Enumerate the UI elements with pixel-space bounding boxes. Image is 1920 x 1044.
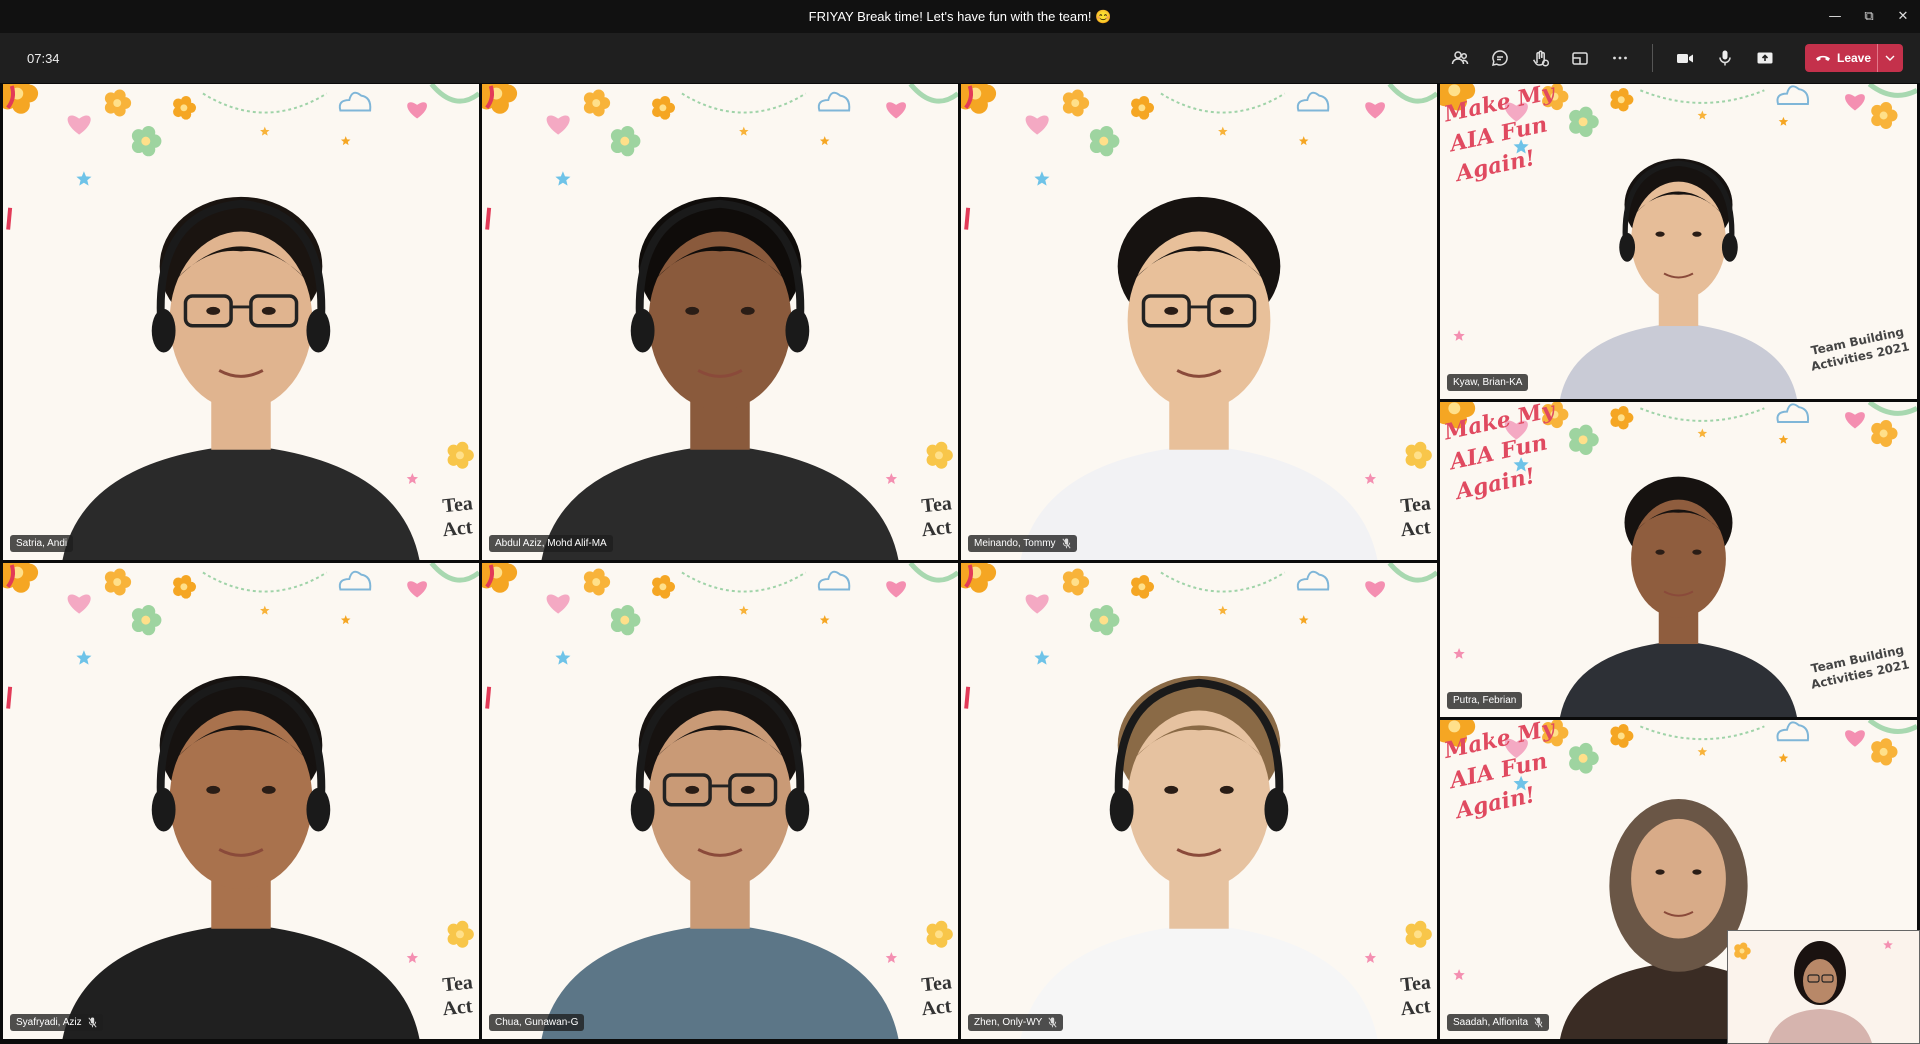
participant-name-tag: Saadah, Alfionita <box>1447 1014 1550 1031</box>
participant-video <box>541 196 899 560</box>
participant-video <box>1559 476 1798 717</box>
camera-icon[interactable] <box>1665 38 1705 78</box>
participant-video <box>1020 196 1378 560</box>
leave-button[interactable]: Leave <box>1805 44 1903 72</box>
participant-name: Meinando, Tommy <box>974 538 1056 549</box>
participant-figure <box>541 196 899 560</box>
participant-name: Chua, Gunawan-G <box>495 1017 579 1028</box>
participant-video <box>541 675 899 1039</box>
participant-name: Syafryadi, Aziz <box>16 1017 82 1028</box>
mic-muted-icon <box>88 1017 97 1028</box>
participant-name-tag: Syafryadi, Aziz <box>10 1014 103 1031</box>
leave-label: Leave <box>1837 51 1872 65</box>
participant-figure <box>1559 476 1798 717</box>
participant-name: Abdul Aziz, Mohd Alif-MA <box>495 538 607 549</box>
participant-name: Kyaw, Brian-KA <box>1453 377 1523 388</box>
participant-video <box>1559 158 1798 399</box>
more-icon[interactable] <box>1600 38 1640 78</box>
participant-name-tag: Satria, Andi <box>10 535 74 552</box>
participant-figure <box>541 675 899 1039</box>
rooms-icon[interactable] <box>1560 38 1600 78</box>
participant-name-tag: Meinando, Tommy <box>968 535 1077 552</box>
video-tile[interactable]: Tea Act Zhen, Only-WY <box>961 563 1437 1039</box>
meeting-timer: 07:34 <box>27 50 60 66</box>
hang-up-icon <box>1816 55 1830 61</box>
video-tile[interactable]: Tea Act Abdul Aziz, Mohd Alif-MA <box>482 84 958 560</box>
chat-icon[interactable] <box>1480 38 1520 78</box>
window-titlebar: FRIYAY Break time! Let's have fun with t… <box>0 0 1920 33</box>
self-figure <box>1728 931 1919 1043</box>
participant-name: Saadah, Alfionita <box>1453 1017 1529 1028</box>
reactions-icon[interactable] <box>1520 38 1560 78</box>
people-icon[interactable] <box>1440 38 1480 78</box>
mic-muted-icon <box>1534 1017 1543 1028</box>
video-tile[interactable]: Tea Act Chua, Gunawan-G <box>482 563 958 1039</box>
participant-video <box>1020 675 1378 1039</box>
restore-icon[interactable]: ⧉ <box>1852 0 1886 33</box>
share-icon[interactable] <box>1745 38 1785 78</box>
close-icon[interactable]: ✕ <box>1886 0 1920 33</box>
participant-name-tag: Zhen, Only-WY <box>968 1014 1064 1031</box>
video-tile[interactable]: Make MyAIA FunAgain!Team BuildingActivit… <box>1440 84 1917 399</box>
participant-name: Satria, Andi <box>16 538 68 549</box>
toolbar-divider <box>1652 44 1653 72</box>
participant-name-tag: Chua, Gunawan-G <box>489 1014 585 1031</box>
participant-name-tag: Kyaw, Brian-KA <box>1447 374 1529 391</box>
video-gallery: Tea Act Satria, Andi Tea Act Abdul Aziz, M… <box>0 83 1920 1044</box>
mic-muted-icon <box>1061 538 1071 549</box>
window-controls: — ⧉ ✕ <box>1818 0 1920 33</box>
meeting-title: FRIYAY Break time! Let's have fun with t… <box>808 8 1112 24</box>
participant-name: Putra, Febrian <box>1453 695 1517 706</box>
mic-muted-icon <box>1048 1017 1057 1028</box>
video-tile[interactable]: Tea Act Syafryadi, Aziz <box>3 563 479 1039</box>
self-view[interactable] <box>1727 930 1920 1044</box>
video-tile[interactable]: Tea Act Satria, Andi <box>3 84 479 560</box>
participant-name: Zhen, Only-WY <box>974 1017 1043 1028</box>
participant-video <box>62 196 420 560</box>
meeting-controls: Leave <box>1440 33 1920 83</box>
participant-figure <box>62 675 420 1039</box>
participant-figure <box>1020 196 1378 560</box>
minimize-icon[interactable]: — <box>1818 0 1852 33</box>
meeting-toolbar: 07:34 Leave <box>0 33 1920 83</box>
participant-figure <box>1020 675 1378 1039</box>
participant-figure <box>62 196 420 560</box>
participant-video <box>62 675 420 1039</box>
video-tile[interactable]: Tea Act Meinando, Tommy <box>961 84 1437 560</box>
participant-name-tag: Abdul Aziz, Mohd Alif-MA <box>489 535 613 552</box>
chevron-down-icon[interactable] <box>1878 55 1903 61</box>
participant-figure <box>1559 158 1798 399</box>
self-view-video <box>1728 931 1919 1043</box>
video-tile[interactable]: Make MyAIA FunAgain!Team BuildingActivit… <box>1440 402 1917 717</box>
mic-icon[interactable] <box>1705 38 1745 78</box>
participant-name-tag: Putra, Febrian <box>1447 692 1523 709</box>
